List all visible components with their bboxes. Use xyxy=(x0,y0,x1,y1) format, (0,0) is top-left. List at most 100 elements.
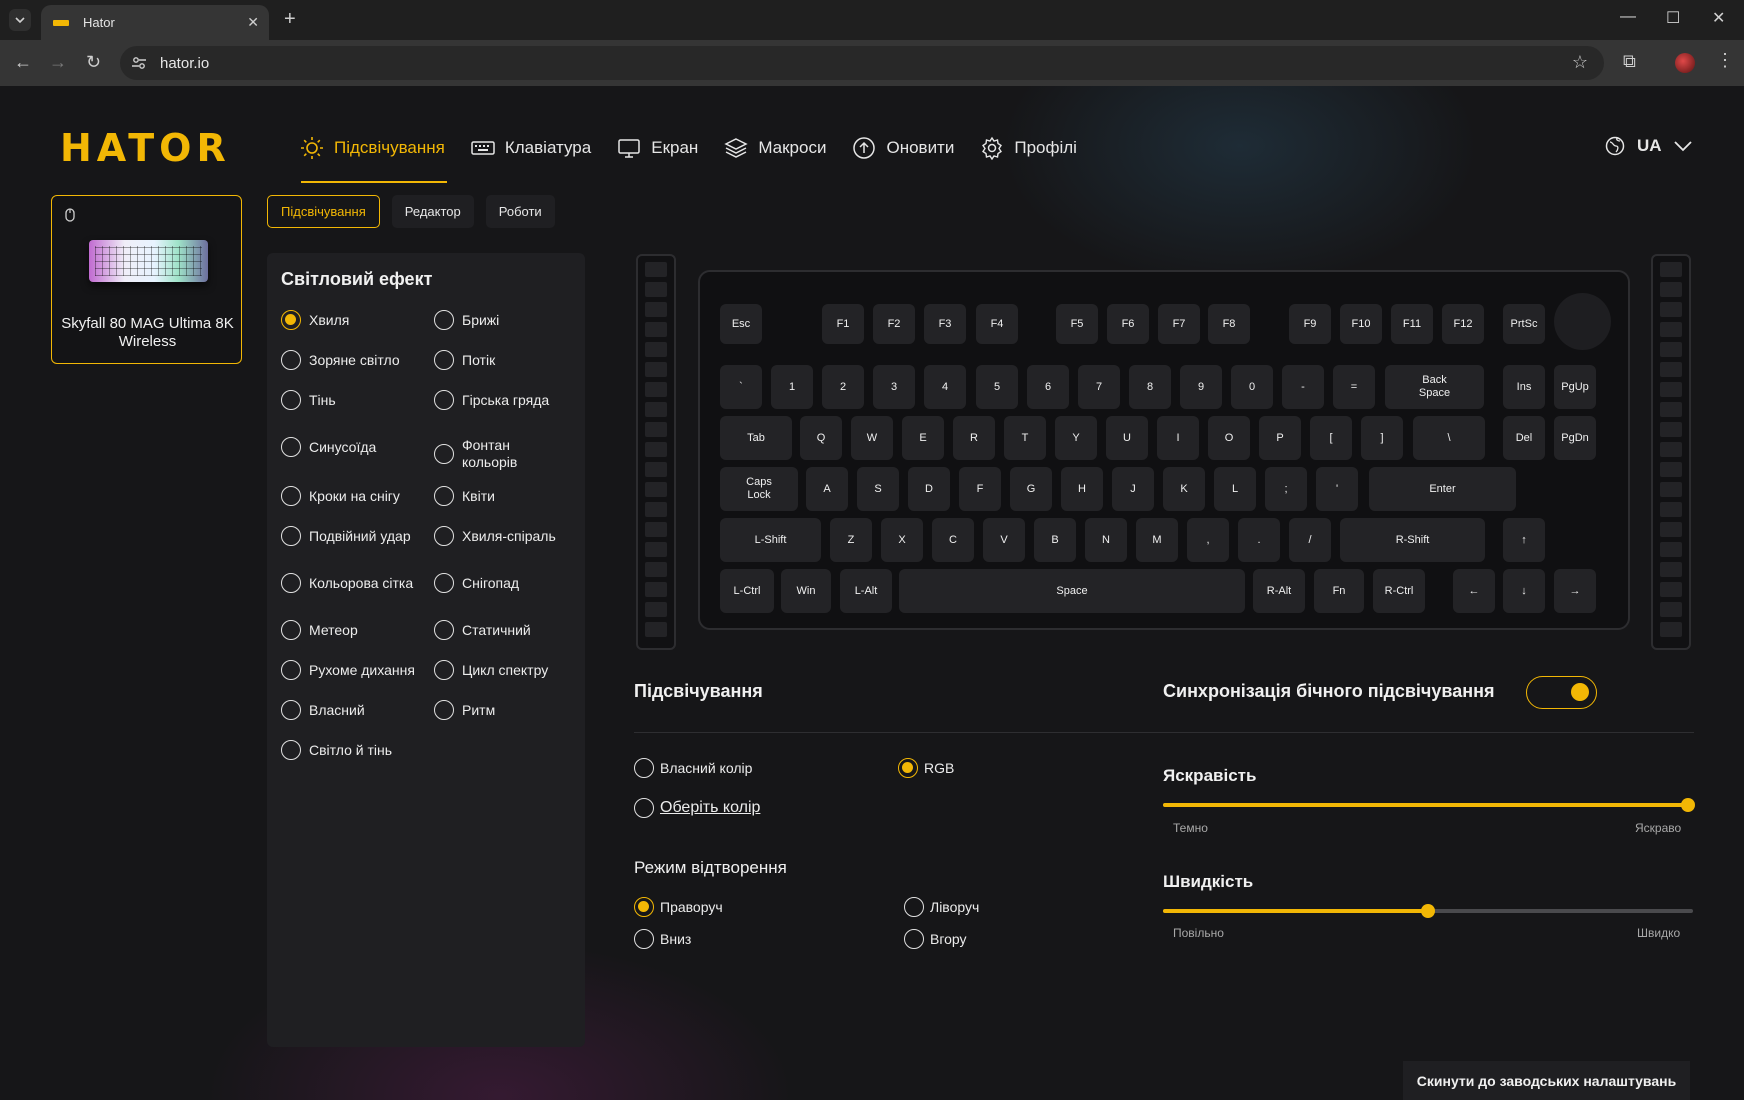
close-window-icon[interactable]: ✕ xyxy=(1712,8,1725,28)
key[interactable]: U xyxy=(1106,416,1148,460)
slider-thumb[interactable] xyxy=(1680,798,1695,812)
effect-option[interactable]: Фонтан кольорів xyxy=(434,437,552,471)
key[interactable]: ← xyxy=(1453,569,1495,613)
key[interactable]: Fn xyxy=(1314,569,1364,613)
key[interactable]: B xyxy=(1034,518,1076,562)
browser-menu-icon[interactable]: ⋮ xyxy=(1716,50,1734,71)
nav-item-keyboard[interactable]: Клавіатура xyxy=(471,136,591,160)
key[interactable]: F5 xyxy=(1056,304,1098,344)
key[interactable]: L-Alt xyxy=(840,569,892,613)
key[interactable]: J xyxy=(1112,467,1154,511)
key[interactable]: Q xyxy=(800,416,842,460)
key[interactable]: \ xyxy=(1413,416,1485,460)
nav-item-screen[interactable]: Екран xyxy=(617,136,698,160)
subtab-editor[interactable]: Редактор xyxy=(391,195,474,228)
key[interactable]: N xyxy=(1085,518,1127,562)
key[interactable]: - xyxy=(1282,365,1324,409)
key[interactable]: R-Shift xyxy=(1340,518,1485,562)
key[interactable]: S xyxy=(857,467,899,511)
key[interactable]: L-Ctrl xyxy=(720,569,774,613)
key[interactable]: Ins xyxy=(1503,365,1545,409)
sync-toggle[interactable] xyxy=(1526,676,1597,709)
key[interactable]: 2 xyxy=(822,365,864,409)
effect-option[interactable]: Брижі xyxy=(434,310,499,330)
key[interactable]: F1 xyxy=(822,304,864,344)
key[interactable]: I xyxy=(1157,416,1199,460)
maximize-icon[interactable]: ☐ xyxy=(1666,8,1680,28)
effect-option[interactable]: Кольорова сітка xyxy=(281,573,413,593)
key[interactable]: H xyxy=(1061,467,1103,511)
key[interactable]: Back Space xyxy=(1385,365,1484,409)
key[interactable]: [ xyxy=(1310,416,1352,460)
key[interactable]: F xyxy=(959,467,1001,511)
key[interactable]: ; xyxy=(1265,467,1307,511)
effect-option[interactable]: Власний xyxy=(281,700,365,720)
key[interactable]: F3 xyxy=(924,304,966,344)
effect-option[interactable]: Кроки на снігу xyxy=(281,486,400,506)
device-card[interactable]: Skyfall 80 MAG Ultima 8K Wireless xyxy=(51,195,242,364)
key[interactable]: G xyxy=(1010,467,1052,511)
effect-option[interactable]: Метеор xyxy=(281,620,358,640)
key[interactable]: F10 xyxy=(1340,304,1382,344)
key[interactable]: 0 xyxy=(1231,365,1273,409)
effect-option[interactable]: Снігопад xyxy=(434,573,519,593)
subtab-lighting[interactable]: Підсвічування xyxy=(267,195,380,228)
key[interactable]: 4 xyxy=(924,365,966,409)
minimize-icon[interactable]: — xyxy=(1620,8,1636,26)
choose-color-link[interactable]: Оберіть колір xyxy=(660,799,760,817)
key[interactable]: ' xyxy=(1316,467,1358,511)
key[interactable]: ↓ xyxy=(1503,569,1545,613)
browser-tab[interactable]: Hator ✕ xyxy=(41,5,269,40)
key[interactable]: O xyxy=(1208,416,1250,460)
key[interactable]: L xyxy=(1214,467,1256,511)
mode-option-right[interactable]: Праворуч xyxy=(634,897,723,917)
key[interactable]: Caps Lock xyxy=(720,467,798,511)
forward-icon[interactable]: → xyxy=(49,52,67,73)
key[interactable]: F4 xyxy=(976,304,1018,344)
key[interactable]: 9 xyxy=(1180,365,1222,409)
key[interactable]: C xyxy=(932,518,974,562)
key[interactable]: PgDn xyxy=(1554,416,1596,460)
key[interactable]: F8 xyxy=(1208,304,1250,344)
color-rgb-option[interactable]: RGB xyxy=(898,758,954,778)
slider-thumb[interactable] xyxy=(1421,904,1435,918)
effect-option[interactable]: Хвиля xyxy=(281,310,349,330)
profile-avatar[interactable] xyxy=(1675,53,1695,73)
new-tab-button[interactable]: + xyxy=(284,8,296,31)
key[interactable]: ↑ xyxy=(1503,518,1545,562)
key[interactable]: 6 xyxy=(1027,365,1069,409)
mode-option-up[interactable]: Вгору xyxy=(904,929,967,949)
language-selector[interactable]: UA xyxy=(1605,136,1692,156)
key[interactable]: 5 xyxy=(976,365,1018,409)
nav-item-lighting[interactable]: Підсвічування xyxy=(300,136,445,160)
key[interactable]: = xyxy=(1333,365,1375,409)
key[interactable]: → xyxy=(1554,569,1596,613)
key[interactable]: F9 xyxy=(1289,304,1331,344)
nav-item-macros[interactable]: Макроси xyxy=(724,136,826,160)
effect-option[interactable]: Хвиля-спіраль xyxy=(434,526,556,546)
key[interactable]: Y xyxy=(1055,416,1097,460)
key[interactable]: F12 xyxy=(1442,304,1484,344)
effect-option[interactable]: Рухоме дихання xyxy=(281,660,415,680)
effect-option[interactable]: Світло й тінь xyxy=(281,740,392,760)
key[interactable]: W xyxy=(851,416,893,460)
address-bar[interactable]: hator.io ☆ xyxy=(120,46,1604,80)
brightness-slider[interactable] xyxy=(1163,798,1695,812)
key[interactable]: Win xyxy=(781,569,831,613)
key[interactable]: F11 xyxy=(1391,304,1433,344)
mode-option-left[interactable]: Ліворуч xyxy=(904,897,979,917)
effect-option[interactable]: Подвійний удар xyxy=(281,526,411,546)
key[interactable]: R-Ctrl xyxy=(1373,569,1425,613)
effect-option[interactable]: Гірська гряда xyxy=(434,390,549,410)
effect-option[interactable]: Синусоїда xyxy=(281,437,376,457)
key[interactable]: ` xyxy=(720,365,762,409)
key[interactable]: L-Shift xyxy=(720,518,821,562)
tab-search-button[interactable] xyxy=(9,9,31,31)
key[interactable]: R-Alt xyxy=(1253,569,1305,613)
key[interactable]: F7 xyxy=(1158,304,1200,344)
back-icon[interactable]: ← xyxy=(14,52,32,73)
key[interactable]: 8 xyxy=(1129,365,1171,409)
key[interactable]: , xyxy=(1187,518,1229,562)
key[interactable]: V xyxy=(983,518,1025,562)
mode-option-down[interactable]: Вниз xyxy=(634,929,691,949)
